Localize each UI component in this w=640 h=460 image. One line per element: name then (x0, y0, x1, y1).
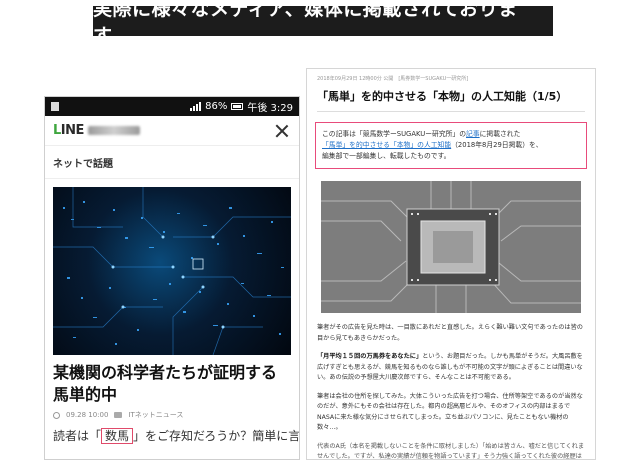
web-article-title: 「馬単」を的中させる「本物」の人工知能（1/5） (317, 88, 585, 112)
article-headline[interactable]: 某機関の科学者たちが証明する 馬単的中 (45, 355, 299, 406)
circuit-board-illustration (321, 181, 581, 313)
article-hero-image (53, 187, 291, 355)
battery-percent: 86% (205, 101, 228, 112)
highlighted-term: 数馬 (101, 428, 134, 444)
status-time: 午後 3:29 (247, 103, 293, 114)
section-title: ネットで話題 (45, 146, 299, 179)
body-paragraph: 筆者は会社の住所を探してみた。大体こういった広告を打つ場合、住所等架空であるのが… (317, 392, 583, 432)
notification-icon (51, 102, 59, 111)
close-icon[interactable] (273, 122, 291, 140)
article-source: ITネットニュース (128, 411, 184, 419)
article-time: 09.28 10:00 (66, 411, 109, 419)
phone-news-screenshot: 86% 午後 3:29 LINE ネットで話題 某機関の科学者たちが証明する 馬… (44, 96, 300, 460)
promo-banner: 実際に様々なメディア、媒体に掲載されております。 (93, 0, 553, 47)
body-paragraph: 「月平均１５回の万馬券をあなたに」という、お題目だった。しかも馬単がそうだ。大風… (317, 353, 583, 381)
article-lead: 読者は「数馬」をご存知だろうか？簡単に言うと、 (53, 428, 300, 444)
cpu-chip-image (321, 181, 581, 313)
status-bar: 86% 午後 3:29 (45, 97, 299, 116)
signal-icon (190, 102, 202, 111)
digital-network-illustration (53, 187, 291, 355)
source-article-link[interactable]: 記事 (466, 130, 480, 138)
article-meta: 09.28 10:00 ITネットニュース (45, 406, 299, 424)
banner-text: 実際に様々なメディア、媒体に掲載されております。 (93, 0, 518, 47)
camera-icon (114, 412, 123, 418)
web-article-screenshot: 2018年09月29日 12時00分 公開 [馬券数学一SUGAKU一研究所] … (306, 68, 596, 460)
original-article-link[interactable]: 「馬単」を的中させる「本物」の人工知能 (322, 141, 451, 149)
article-dateline: 2018年09月29日 12時00分 公開 [馬券数学一SUGAKU一研究所] (317, 76, 469, 82)
repost-notice: この記事は「競馬数学ーSUGAKUー研究所」の記事に掲載された 「馬単」を的中さ… (315, 122, 587, 169)
clock-icon (53, 411, 60, 419)
body-paragraph: 筆者がその広告を見た時は、一目散にあれだと直感した。えらく難い難い文句であったの… (317, 324, 583, 342)
logo-icon: LINE (53, 123, 140, 138)
blurred-logo-text (87, 126, 140, 135)
body-paragraph: 代表のA氏（本名を掲載しないことを条件に取材しました）「始めは皆さん、嘘だと信じ… (317, 442, 585, 460)
headline-line-2: 馬単的中 (53, 385, 118, 404)
web-article-body: 筆者がその広告を見た時は、一目散にあれだと直感した。えらく難い難い文句であったの… (317, 323, 585, 460)
battery-icon (231, 103, 244, 110)
app-header: LINE (45, 116, 299, 146)
headline-line-1: 某機関の科学者たちが証明する (53, 363, 278, 382)
